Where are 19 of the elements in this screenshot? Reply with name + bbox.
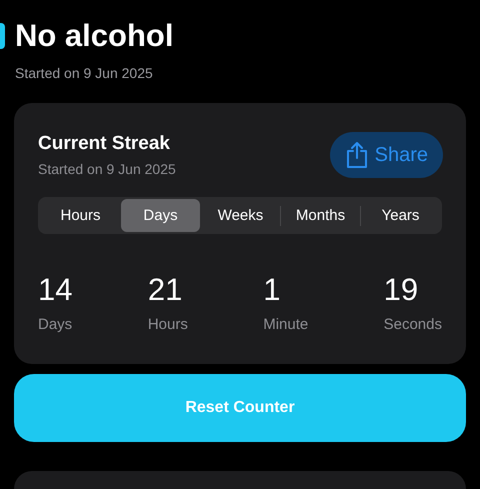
tab[interactable]: Years [361,199,440,232]
tab[interactable]: Days [121,199,200,232]
counter-value: 19 [384,272,420,308]
counter-value: 14 [38,272,72,308]
counter-unit: Hours [148,316,188,333]
counter-value: 1 [263,272,282,308]
counter-unit: Minute [263,316,308,333]
tab[interactable]: Weeks [201,199,280,232]
counter-unit: Days [38,316,72,333]
habit-title: No alcohol [15,18,174,54]
start-date: Started on 9 Jun 2025 [15,65,154,81]
share-icon [344,141,369,169]
start-date: Started on 9 Jun 2025 [38,161,176,177]
tab[interactable]: Months [281,199,360,232]
tab[interactable]: Hours [41,199,120,232]
counter-value: 21 [148,272,184,308]
color-tag [0,23,5,49]
card-title: Current Streak [38,133,171,155]
counter-unit: Seconds [384,316,442,333]
